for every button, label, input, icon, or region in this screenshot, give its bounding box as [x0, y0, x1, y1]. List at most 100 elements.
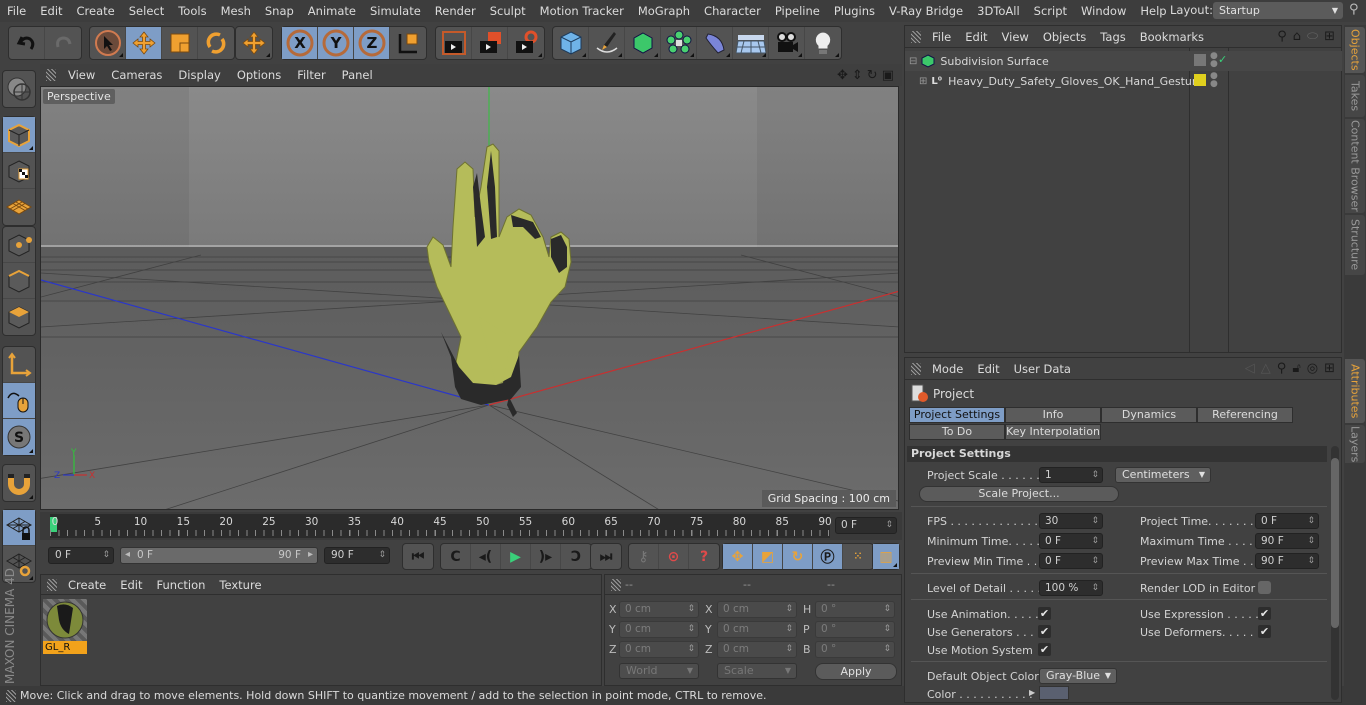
- maximize-view-icon[interactable]: ▣: [882, 68, 894, 83]
- attr-scrollbar[interactable]: [1331, 446, 1339, 700]
- render-settings-button[interactable]: [508, 27, 544, 59]
- tab-layers[interactable]: Layers: [1345, 425, 1365, 463]
- undo-button[interactable]: [9, 27, 45, 59]
- cube-button[interactable]: [553, 27, 589, 59]
- floor-button[interactable]: [733, 27, 769, 59]
- menu-select[interactable]: Select: [122, 4, 171, 18]
- material-menu-edit[interactable]: Edit: [113, 578, 149, 592]
- enable-axis-button[interactable]: [3, 347, 35, 383]
- menu-tools[interactable]: Tools: [171, 4, 213, 18]
- objects-menu-file[interactable]: File: [925, 30, 958, 44]
- menu-sculpt[interactable]: Sculpt: [483, 4, 533, 18]
- range-right-arrow[interactable]: ▸: [308, 549, 313, 560]
- end-frame-field[interactable]: 90 F: [324, 547, 390, 564]
- panel-grip[interactable]: [46, 69, 56, 81]
- visibility-dots[interactable]: ● ●: [1210, 72, 1218, 89]
- menu-file[interactable]: File: [0, 4, 33, 18]
- menu-script[interactable]: Script: [1027, 4, 1074, 18]
- make-editable-button[interactable]: [3, 71, 35, 107]
- menu-create[interactable]: Create: [70, 4, 122, 18]
- z-axis-button[interactable]: Z: [354, 27, 390, 59]
- polygons-mode-button[interactable]: [3, 299, 35, 335]
- size-x-field[interactable]: 0 cm: [717, 601, 797, 618]
- rotate-view-icon[interactable]: ↻: [867, 68, 878, 83]
- start-frame-field[interactable]: 0 F: [48, 547, 114, 564]
- objects-menu-objects[interactable]: Objects: [1036, 30, 1093, 44]
- tab-key-interpolation[interactable]: Key Interpolation: [1005, 424, 1101, 440]
- render-view-button[interactable]: [436, 27, 472, 59]
- key-pla-button[interactable]: ⁙: [843, 544, 873, 569]
- tab-takes[interactable]: Takes: [1345, 75, 1365, 117]
- menu-window[interactable]: Window: [1074, 4, 1133, 18]
- size-y-field[interactable]: 0 cm: [717, 621, 797, 638]
- objects-menu-view[interactable]: View: [995, 30, 1036, 44]
- viewport-menu-filter[interactable]: Filter: [289, 68, 333, 82]
- use-expression-checkbox[interactable]: ✔: [1258, 607, 1271, 620]
- up-arrow-icon[interactable]: △: [1261, 361, 1271, 376]
- use-generators-checkbox[interactable]: ✔: [1038, 625, 1051, 638]
- deformer-button[interactable]: [697, 27, 733, 59]
- key-rotation-button[interactable]: ↻: [783, 544, 813, 569]
- goto-start-button[interactable]: ⏮: [403, 544, 433, 569]
- search-icon[interactable]: ⚲: [1277, 29, 1287, 44]
- prev-key-button[interactable]: C: [441, 544, 471, 569]
- viewport-menu-options[interactable]: Options: [229, 68, 289, 82]
- menu-motion-tracker[interactable]: Motion Tracker: [533, 4, 631, 18]
- panel-grip[interactable]: [911, 362, 921, 375]
- current-frame-field[interactable]: 0 F: [835, 517, 897, 534]
- scale-unit-select[interactable]: Centimeters ▼: [1115, 467, 1211, 483]
- size-mode-select[interactable]: Scale ▼: [717, 663, 797, 679]
- attr-menu-edit[interactable]: Edit: [970, 362, 1006, 376]
- record-keys-button[interactable]: ⊙: [659, 544, 689, 569]
- menu-mesh[interactable]: Mesh: [214, 4, 258, 18]
- scroll-thumb[interactable]: [1331, 458, 1339, 628]
- recent-tools-button[interactable]: [236, 27, 272, 59]
- tab-content-browser[interactable]: Content Browser: [1345, 119, 1365, 213]
- tab-info[interactable]: Info: [1005, 407, 1101, 423]
- subdivision-button[interactable]: [625, 27, 661, 59]
- rot-h-field[interactable]: 0 °: [815, 601, 895, 618]
- prev-frame-button[interactable]: ◂(: [471, 544, 501, 569]
- viewport-menu-display[interactable]: Display: [170, 68, 228, 82]
- viewport-menu-view[interactable]: View: [60, 68, 103, 82]
- goto-end-button[interactable]: ⏭: [591, 544, 621, 569]
- workplane-mode-button[interactable]: [3, 189, 35, 225]
- menu-snap[interactable]: Snap: [258, 4, 301, 18]
- next-key-button[interactable]: Ↄ: [561, 544, 591, 569]
- material-item[interactable]: GL_R: [43, 599, 87, 657]
- preview-max-field[interactable]: 90 F: [1255, 553, 1319, 569]
- viewport-menu-panel[interactable]: Panel: [334, 68, 381, 82]
- attr-menu-user-data[interactable]: User Data: [1007, 362, 1078, 376]
- tab-attributes[interactable]: Attributes: [1345, 359, 1365, 423]
- panel-grip[interactable]: [611, 578, 621, 591]
- preview-range-slider[interactable]: ◂ 0 F 90 F ▸: [120, 547, 318, 564]
- magnet-button[interactable]: [3, 465, 35, 501]
- tab-project-settings[interactable]: Project Settings: [909, 407, 1005, 423]
- menu-simulate[interactable]: Simulate: [363, 4, 428, 18]
- autokey-button[interactable]: ?: [689, 544, 719, 569]
- lod-field[interactable]: 100 %: [1039, 580, 1103, 596]
- rot-b-field[interactable]: 0 °: [815, 641, 895, 658]
- render-lod-checkbox[interactable]: [1258, 581, 1271, 594]
- texture-mode-button[interactable]: [3, 153, 35, 189]
- color-swatch[interactable]: [1039, 686, 1069, 700]
- layer-swatch[interactable]: [1194, 74, 1206, 86]
- material-menu-texture[interactable]: Texture: [212, 578, 268, 592]
- home-icon[interactable]: ⌂: [1293, 29, 1301, 44]
- menu-pipeline[interactable]: Pipeline: [768, 4, 827, 18]
- tab-dynamics[interactable]: Dynamics: [1101, 407, 1197, 423]
- menu-mograph[interactable]: MoGraph: [631, 4, 697, 18]
- object-row-subdivision[interactable]: ⊟ Subdivision Surface ● ● ✓: [905, 51, 1342, 71]
- tweak-mode-button[interactable]: [3, 383, 35, 419]
- preview-min-field[interactable]: 0 F: [1039, 553, 1103, 569]
- material-menu-function[interactable]: Function: [150, 578, 213, 592]
- perspective-viewport[interactable]: Perspective Y X Z Grid Spacing : 100 cm: [40, 86, 899, 510]
- range-left-arrow[interactable]: ◂: [125, 549, 130, 560]
- move-button[interactable]: [126, 27, 162, 59]
- default-color-select[interactable]: Gray-Blue ▼: [1039, 668, 1117, 684]
- live-selection-button[interactable]: [90, 27, 126, 59]
- timeline-ruler[interactable]: 0 5 10 15 20 25 30 35 40 45 50 55 60 65 70 75 80 85 90: [50, 514, 832, 538]
- rot-p-field[interactable]: 0 °: [815, 621, 895, 638]
- pan-view-icon[interactable]: ✥: [837, 68, 848, 83]
- zoom-view-icon[interactable]: ⇕: [852, 68, 863, 83]
